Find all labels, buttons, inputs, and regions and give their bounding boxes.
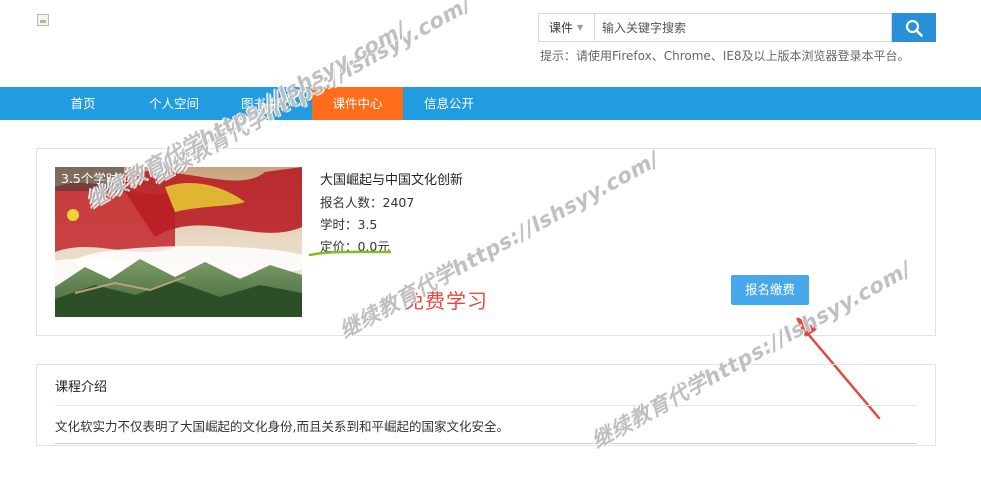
course-hours-badge: 3.5个学时 (55, 167, 125, 191)
chevron-down-icon: ▼ (577, 23, 584, 32)
course-title[interactable]: 大国崛起与中国文化创新 (320, 169, 463, 188)
divider (55, 405, 917, 406)
divider (55, 443, 917, 444)
nav-item-info-disclosure[interactable]: 信息公开 (409, 87, 489, 120)
search-icon (905, 19, 923, 37)
search-button[interactable] (892, 13, 936, 42)
search-hint: 提示：请使用Firefox、Chrome、IE8及以上版本浏览器登录本平台。 (540, 49, 910, 63)
course-intro-title: 课程介绍 (55, 380, 108, 395)
search-type-select[interactable]: 课件 ▼ (538, 13, 594, 42)
nav-item-personal-space[interactable]: 个人空间 (132, 87, 216, 120)
course-intro-text: 文化软实力不仅表明了大国崛起的文化身份,而且关系到和平崛起的国家文化安全。 (55, 419, 509, 434)
nav-item-courseware-center[interactable]: 课件中心 (312, 87, 403, 120)
course-thumbnail[interactable]: 3.5个学时 (55, 167, 302, 317)
search-input[interactable] (594, 13, 892, 42)
free-study-annotation: 免费学习 (404, 289, 488, 313)
nav-item-book-center[interactable]: 图书中心 (224, 87, 308, 120)
course-hours: 学时：3.5 (320, 217, 378, 232)
nav-item-home[interactable]: 首页 (52, 87, 114, 120)
search-bar: 课件 ▼ (538, 13, 936, 42)
enroll-pay-button[interactable]: 报名缴费 (731, 275, 809, 305)
main-nav: 首页 个人空间 图书中心 课件中心 信息公开 (0, 87, 981, 120)
search-type-label: 课件 (549, 21, 574, 35)
broken-image-icon (37, 14, 49, 26)
course-enrolled-count: 报名人数：2407 (320, 195, 415, 210)
highlight-underline-mark (308, 250, 392, 257)
